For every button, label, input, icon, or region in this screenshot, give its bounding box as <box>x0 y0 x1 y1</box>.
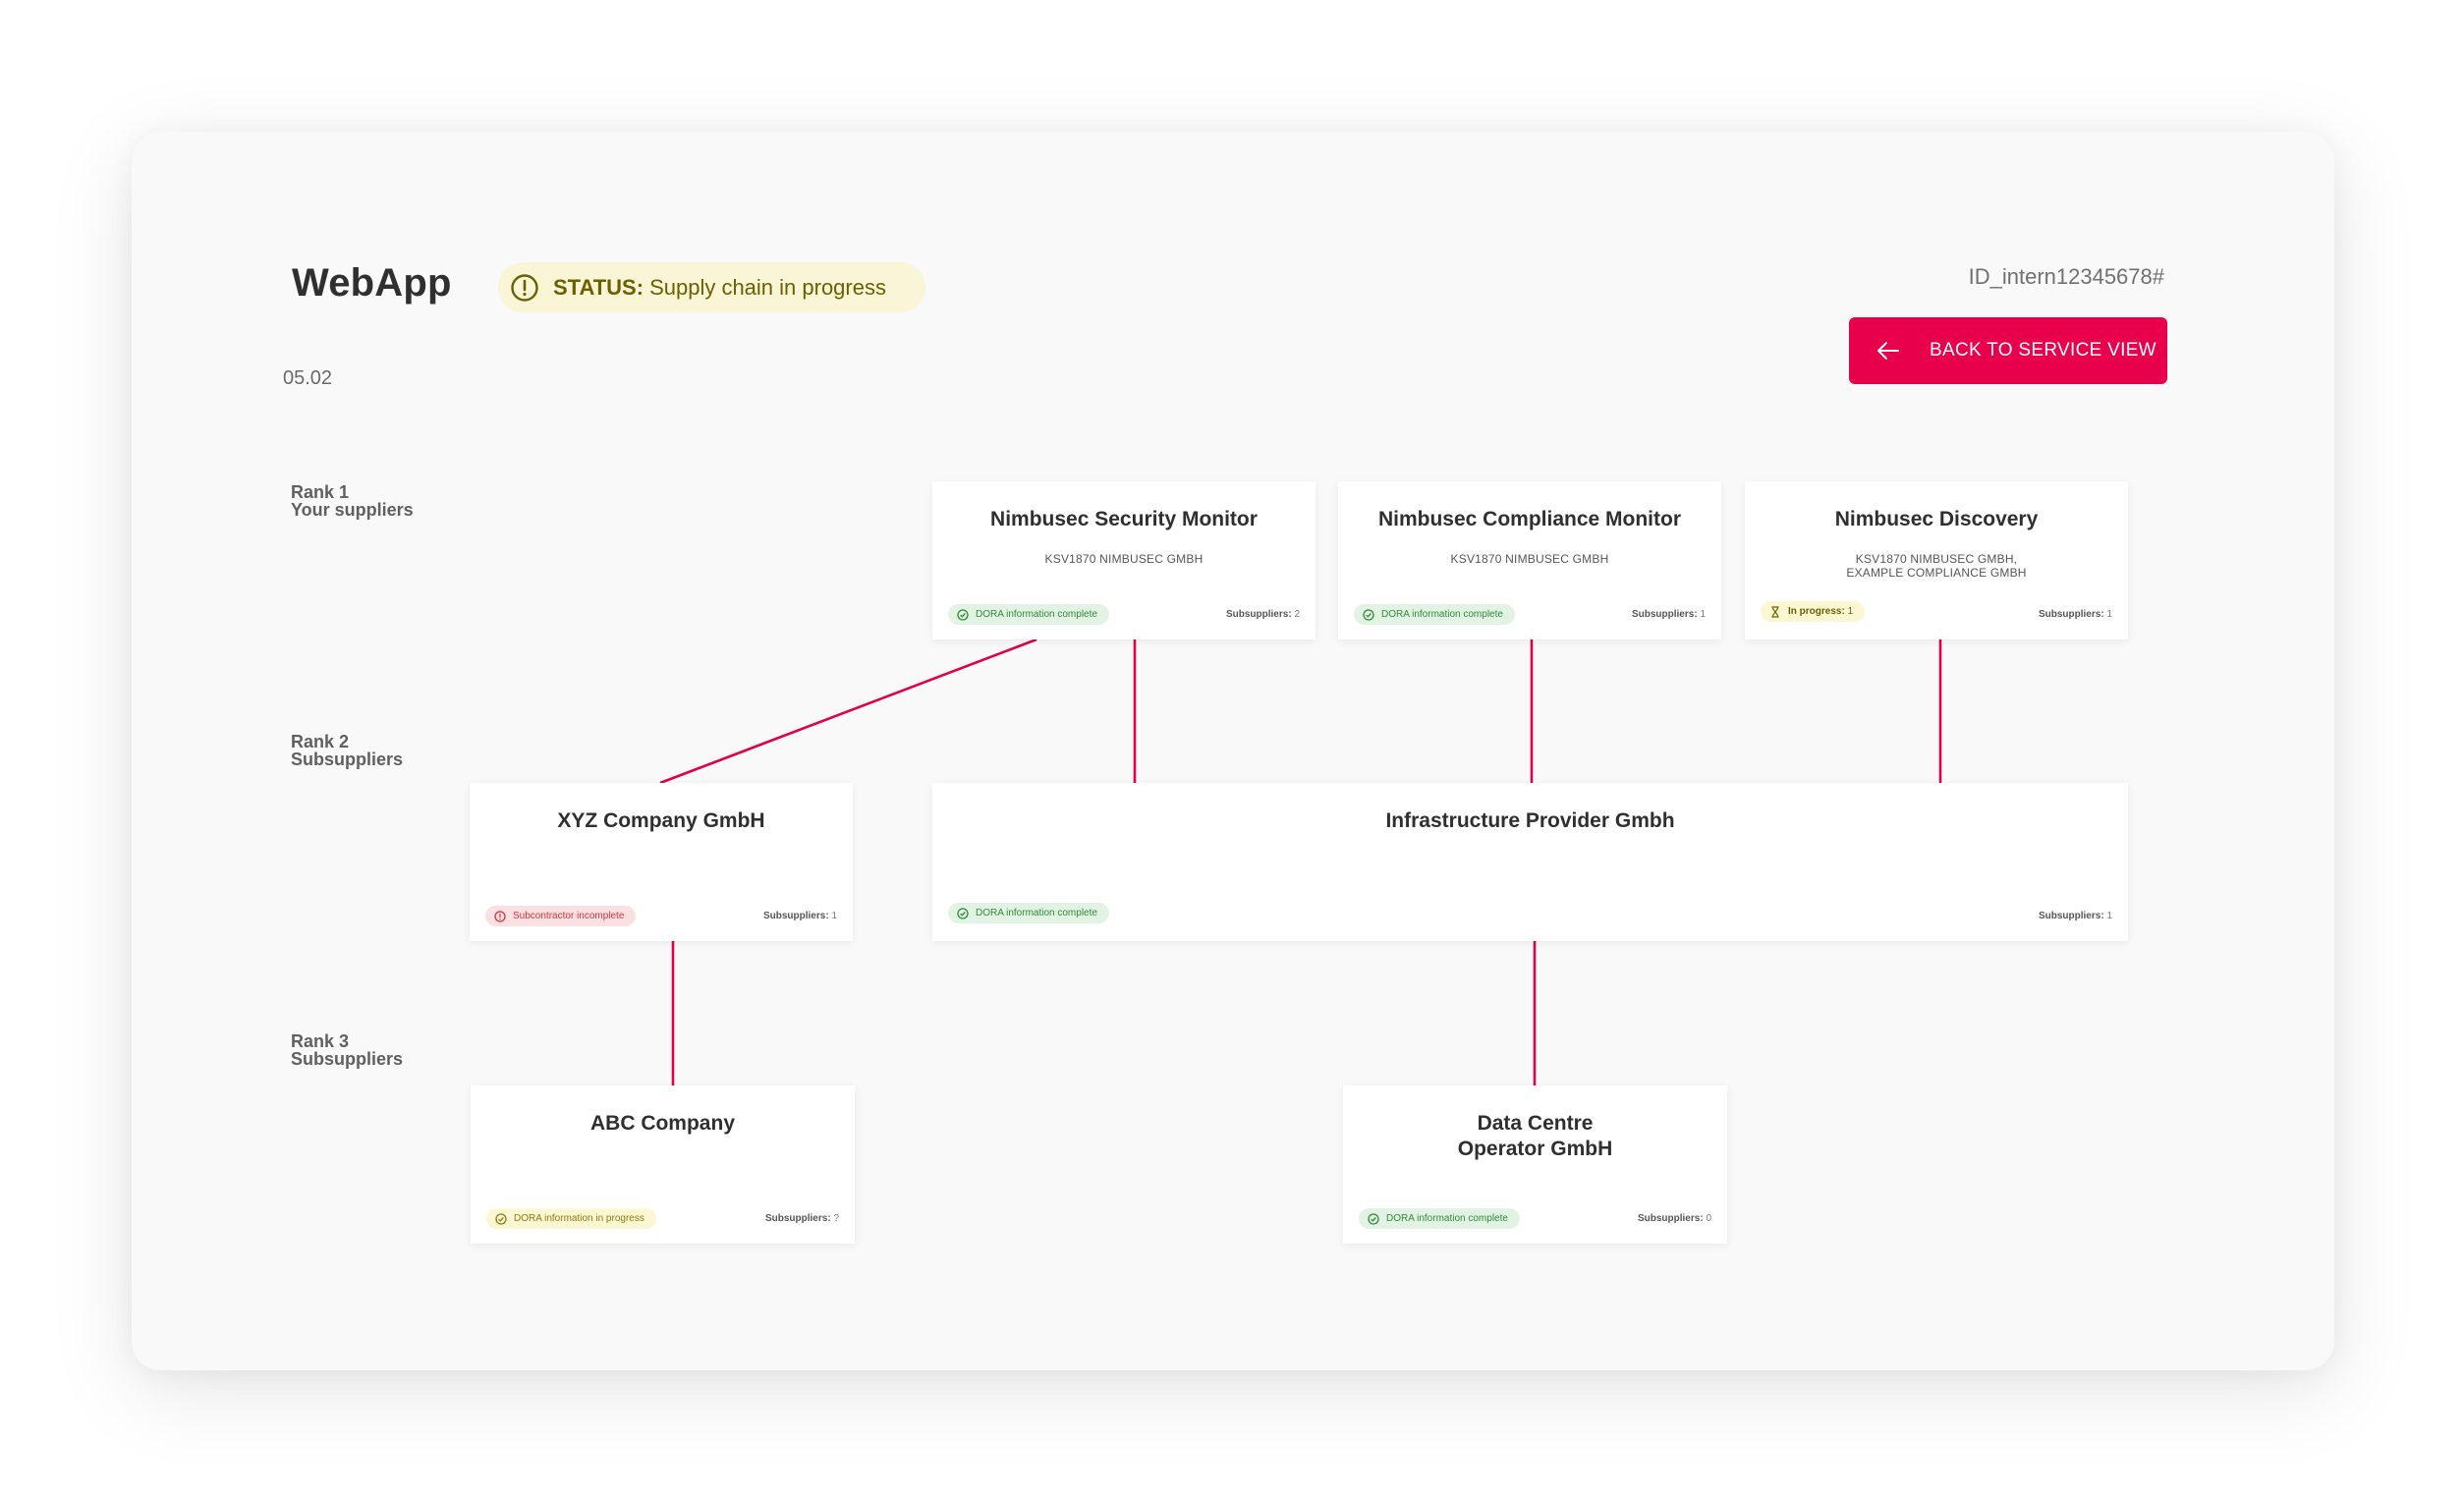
card-title: ABC Company <box>589 1112 735 1135</box>
rank-subtitle: Subsuppliers <box>291 1049 404 1069</box>
dora-status-badge: DORA information complete <box>948 604 1109 625</box>
check-circle-icon <box>957 608 969 621</box>
subsuppliers-value: 2 <box>1294 609 1300 620</box>
card-title: Data Centre Operator GmbH <box>1343 1111 1727 1162</box>
subsuppliers-label: Subsuppliers: <box>2038 609 2104 620</box>
company-line: KSV1870 NIMBUSEC GMBH, <box>1855 552 2018 566</box>
subsuppliers-count: Subsuppliers: 1 <box>2039 911 2112 921</box>
card-title: Nimbusec Compliance Monitor <box>1377 508 1682 530</box>
check-circle-icon <box>495 1212 507 1225</box>
card-title-line: Data Centre <box>1477 1112 1594 1135</box>
subsupplier-card-data-centre[interactable]: Data Centre Operator GmbH DORA informati… <box>1343 1085 1727 1244</box>
page-title: WebApp <box>292 261 452 305</box>
alert-circle-icon <box>494 910 506 922</box>
hourglass-icon <box>1771 605 1779 618</box>
subsuppliers-value: 1 <box>2106 911 2112 921</box>
card-title-line: Operator GmbH <box>1457 1138 1613 1160</box>
subsupplier-card-xyz[interactable]: XYZ Company GmbH Subcontractor incomplet… <box>470 783 853 941</box>
subsuppliers-value: 1 <box>1700 609 1706 620</box>
subsuppliers-count: Subsuppliers: 1 <box>763 911 837 921</box>
internal-id: ID_intern12345678# <box>1968 264 2164 289</box>
card-title: XYZ Company GmbH <box>557 809 765 832</box>
subsuppliers-label: Subsuppliers: <box>2038 911 2104 921</box>
subsuppliers-count: Subsuppliers: 1 <box>2039 609 2112 620</box>
badge-value: 1 <box>1847 606 1854 617</box>
subcontractor-status-badge: Subcontractor incomplete <box>485 906 637 926</box>
badge-text: DORA information complete <box>976 609 1097 620</box>
dora-status-badge: DORA information complete <box>1354 604 1515 625</box>
status-badge: STATUS: Supply chain in progress <box>498 262 925 312</box>
check-circle-icon <box>1363 608 1374 621</box>
subsuppliers-value: 1 <box>2106 609 2112 620</box>
back-button-label: BACK TO SERVICE VIEW <box>1930 340 2156 361</box>
rank-3-label: Rank 3 Subsuppliers <box>291 1032 403 1068</box>
badge-text: Subcontractor incomplete <box>513 911 625 921</box>
badge-text: DORA information complete <box>976 908 1097 918</box>
rank-title: Rank 2 <box>291 732 350 751</box>
badge-label: In progress: <box>1788 606 1845 617</box>
card-company: KSV1870 NIMBUSEC GMBH <box>1044 552 1204 566</box>
subsuppliers-count: Subsuppliers: 0 <box>1638 1213 1711 1224</box>
badge-text: DORA information complete <box>1381 609 1503 620</box>
subsuppliers-label: Subsuppliers: <box>1225 609 1292 620</box>
badge-text: DORA information complete <box>1386 1213 1508 1224</box>
subsuppliers-label: Subsuppliers: <box>764 1213 831 1224</box>
rank-title: Rank 3 <box>291 1031 350 1051</box>
badge-text: DORA information in progress <box>514 1213 644 1224</box>
rank-2-label: Rank 2 Subsuppliers <box>291 733 403 768</box>
status-label: STATUS: <box>553 274 644 300</box>
in-progress-badge: In progress: 1 <box>1761 601 1866 622</box>
rank-1-label: Rank 1 Your suppliers <box>291 483 414 519</box>
check-circle-icon <box>1368 1212 1379 1225</box>
alert-circle-icon <box>511 273 538 302</box>
rank-subtitle: Your suppliers <box>291 500 414 520</box>
subsuppliers-label: Subsuppliers: <box>1631 609 1698 620</box>
check-circle-icon <box>957 907 969 919</box>
date-label: 05.02 <box>283 367 333 389</box>
dora-status-badge: DORA information complete <box>948 903 1109 923</box>
supplier-card-discovery[interactable]: Nimbusec Discovery KSV1870 NIMBUSEC GMBH… <box>1745 481 2128 639</box>
status-text: Supply chain in progress <box>649 274 886 300</box>
subsuppliers-value: 0 <box>1706 1213 1711 1224</box>
subsuppliers-label: Subsuppliers: <box>762 911 829 921</box>
subsupplier-card-abc[interactable]: ABC Company DORA information in progress… <box>471 1085 855 1244</box>
supplier-card-compliance-monitor[interactable]: Nimbusec Compliance Monitor KSV1870 NIMB… <box>1338 481 1721 639</box>
card-company: KSV1870 NIMBUSEC GMBH, EXAMPLE COMPLIANC… <box>1745 552 2128 580</box>
subsuppliers-count: Subsuppliers: 1 <box>1632 609 1706 620</box>
company-line: EXAMPLE COMPLIANCE GMBH <box>1846 566 2027 580</box>
dora-status-badge: DORA information in progress <box>486 1208 656 1229</box>
subsuppliers-value: ? <box>833 1213 839 1224</box>
arrow-left-icon <box>1877 342 1899 360</box>
rank-subtitle: Subsuppliers <box>291 750 404 769</box>
card-company: KSV1870 NIMBUSEC GMBH <box>1450 552 1609 566</box>
card-title: Nimbusec Security Monitor <box>990 508 1258 530</box>
subsupplier-card-infrastructure[interactable]: Infrastructure Provider Gmbh DORA inform… <box>932 783 2128 941</box>
card-title: Nimbusec Discovery <box>1834 508 2039 530</box>
subsuppliers-count: Subsuppliers: 2 <box>1226 609 1300 620</box>
subsuppliers-value: 1 <box>831 911 837 921</box>
back-to-service-view-button[interactable]: BACK TO SERVICE VIEW <box>1849 317 2167 384</box>
supplier-card-security-monitor[interactable]: Nimbusec Security Monitor KSV1870 NIMBUS… <box>932 481 1316 639</box>
subsuppliers-label: Subsuppliers: <box>1637 1213 1704 1224</box>
subsuppliers-count: Subsuppliers: ? <box>765 1213 839 1224</box>
card-title: Infrastructure Provider Gmbh <box>1385 809 1675 832</box>
dora-status-badge: DORA information complete <box>1359 1208 1520 1229</box>
rank-title: Rank 1 <box>291 482 350 502</box>
